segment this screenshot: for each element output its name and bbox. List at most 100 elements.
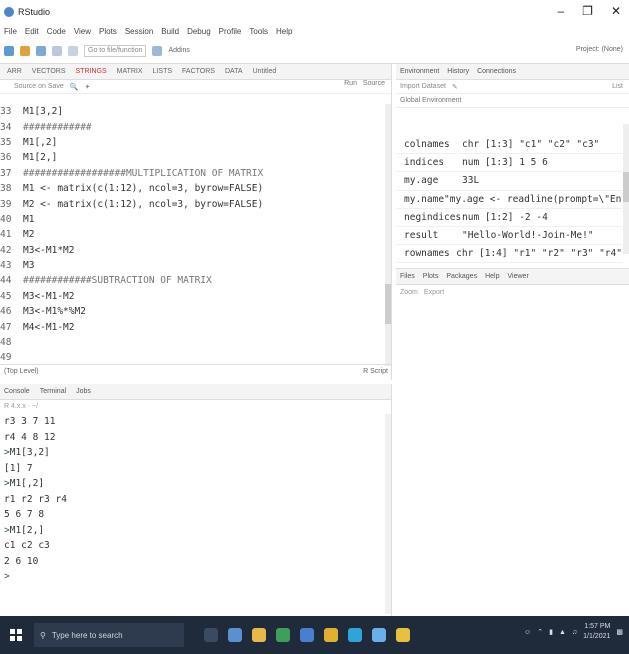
close-button[interactable]: ✕ bbox=[611, 4, 621, 18]
windows-start-icon[interactable] bbox=[10, 629, 22, 641]
chrome-icon[interactable] bbox=[324, 628, 338, 642]
network-icon[interactable]: ▲ bbox=[559, 629, 566, 636]
code-line[interactable]: 47 M4<-M1-M2 bbox=[0, 319, 385, 334]
tab-data[interactable]: DATA bbox=[222, 68, 246, 75]
tab-lists[interactable]: LISTS bbox=[150, 68, 175, 75]
save-icon[interactable] bbox=[36, 45, 46, 56]
rstudio-taskbar-icon[interactable] bbox=[396, 628, 410, 642]
scope-indicator[interactable]: (Top Level) bbox=[4, 368, 39, 375]
code-line[interactable]: 41 M2 bbox=[0, 227, 385, 242]
task-view-icon[interactable] bbox=[204, 628, 218, 642]
menu-plots[interactable]: Plots bbox=[99, 27, 117, 36]
tab-files[interactable]: Files bbox=[400, 273, 415, 280]
environment-row[interactable]: result "Hello-World!-Join-Me!" bbox=[396, 227, 622, 246]
people-icon[interactable]: ☺ bbox=[524, 629, 531, 636]
code-line[interactable]: 37 ##################MULTIPLICATION OF MA… bbox=[0, 166, 385, 181]
clock[interactable]: 1:57 PM 1/1/2021 bbox=[583, 622, 610, 642]
environment-row[interactable]: my.age 33L bbox=[396, 172, 622, 191]
minimize-button[interactable]: – bbox=[557, 4, 564, 18]
tab-terminal[interactable]: Terminal bbox=[40, 388, 66, 395]
code-line[interactable]: 48 bbox=[0, 335, 385, 350]
goto-file-input[interactable]: Go to file/function bbox=[84, 44, 147, 57]
new-file-icon[interactable] bbox=[4, 45, 14, 56]
chevron-up-icon[interactable]: ⌃ bbox=[537, 628, 543, 636]
code-line[interactable]: 35 M1[,2] bbox=[0, 135, 385, 150]
menu-profile[interactable]: Profile bbox=[219, 27, 242, 36]
code-line[interactable]: 36 M1[2,] bbox=[0, 150, 385, 165]
maximize-button[interactable]: ❐ bbox=[582, 4, 593, 18]
editor-scroll-thumb[interactable] bbox=[385, 284, 391, 324]
volume-icon[interactable]: ♫ bbox=[572, 629, 577, 636]
app-icon-2[interactable] bbox=[372, 628, 386, 642]
export-button[interactable]: Export bbox=[424, 289, 444, 296]
code-line[interactable]: 42 M3<-M1*M2 bbox=[0, 243, 385, 258]
source-on-save-checkbox[interactable]: Source on Save bbox=[14, 83, 64, 90]
tab-arr[interactable]: ARR bbox=[4, 68, 25, 75]
menu-session[interactable]: Session bbox=[125, 27, 153, 36]
taskbar-search-input[interactable]: ⚲ Type here to search bbox=[34, 623, 184, 647]
code-line[interactable]: 34 ############ bbox=[0, 119, 385, 134]
code-line[interactable]: 40 M1 bbox=[0, 212, 385, 227]
list-view-menu[interactable]: List bbox=[612, 83, 623, 90]
save-all-icon[interactable] bbox=[52, 45, 62, 56]
import-dataset-button[interactable]: Import Dataset bbox=[400, 83, 446, 90]
tab-plots[interactable]: Plots bbox=[423, 273, 439, 280]
menu-code[interactable]: Code bbox=[47, 27, 66, 36]
zoom-button[interactable]: Zoom bbox=[400, 289, 418, 296]
environment-row[interactable]: negindices num [1:2] -2 -4 bbox=[396, 209, 622, 227]
code-line[interactable]: 38 M1 <- matrix(c(1:12), ncol=3, byrow=FA… bbox=[0, 181, 385, 196]
file-explorer-icon[interactable] bbox=[252, 628, 266, 642]
tab-environment[interactable]: Environment bbox=[400, 68, 439, 75]
tab-untitled[interactable]: Untitled bbox=[250, 68, 280, 75]
menu-file[interactable]: File bbox=[4, 27, 17, 36]
file-type-indicator[interactable]: R Script bbox=[363, 368, 388, 375]
app-icon[interactable] bbox=[348, 628, 362, 642]
menu-tools[interactable]: Tools bbox=[249, 27, 268, 36]
project-menu[interactable]: Project: (None) bbox=[576, 46, 623, 53]
menu-build[interactable]: Build bbox=[161, 27, 179, 36]
tab-history[interactable]: History bbox=[447, 68, 469, 75]
wand-icon[interactable]: ✦ bbox=[85, 83, 91, 91]
code-line[interactable]: 39 M2 <- matrix(c(1:12), ncol=3, byrow=FA… bbox=[0, 196, 385, 211]
menu-debug[interactable]: Debug bbox=[187, 27, 211, 36]
environment-scrollbar[interactable] bbox=[623, 124, 629, 254]
code-area[interactable]: 33 M1[3,2] 34 ############ 35 M1[,2] 36 M1[2,] 3… bbox=[0, 104, 385, 366]
console-scrollbar[interactable] bbox=[385, 414, 391, 614]
environment-scroll-thumb[interactable] bbox=[623, 172, 629, 202]
environment-row[interactable]: colnames chr [1:3] "c1" "c2" "c3" bbox=[396, 136, 622, 155]
code-line[interactable]: 46 M3<-M1%*%M2 bbox=[0, 304, 385, 319]
tab-jobs[interactable]: Jobs bbox=[76, 388, 91, 395]
grid-icon[interactable] bbox=[152, 45, 163, 56]
mail-icon[interactable] bbox=[300, 628, 314, 642]
global-environment-select[interactable]: Global Environment bbox=[396, 94, 629, 108]
print-icon[interactable] bbox=[68, 45, 78, 56]
editor-scrollbar[interactable] bbox=[385, 104, 391, 366]
store-icon[interactable] bbox=[276, 628, 290, 642]
tab-connections[interactable]: Connections bbox=[477, 68, 516, 75]
notification-icon[interactable]: ▩ bbox=[616, 628, 623, 636]
open-project-icon[interactable] bbox=[20, 45, 30, 56]
tab-matrix[interactable]: MATRIX bbox=[114, 68, 146, 75]
broom-icon[interactable]: ✎ bbox=[452, 83, 458, 91]
tab-packages[interactable]: Packages bbox=[446, 273, 477, 280]
tab-help[interactable]: Help bbox=[485, 273, 499, 280]
environment-row[interactable]: indices num [1:3] 1 5 6 bbox=[396, 154, 622, 173]
menu-help[interactable]: Help bbox=[276, 27, 292, 36]
tab-viewer[interactable]: Viewer bbox=[508, 273, 529, 280]
tab-strings[interactable]: STRINGS bbox=[73, 68, 110, 75]
search-icon[interactable]: 🔍 bbox=[70, 83, 79, 91]
environment-row[interactable]: my.name"my.age <- readline(prompt=\"Ente… bbox=[396, 191, 622, 209]
source-button[interactable]: Source bbox=[363, 80, 385, 87]
console-output[interactable]: r3 3 7 11 r4 4 8 12 > M1[3,2] [1] 7 > M1[,2]… bbox=[4, 414, 67, 585]
tab-console[interactable]: Console bbox=[4, 388, 30, 395]
run-button[interactable]: Run bbox=[344, 80, 357, 87]
tab-vectors[interactable]: VECTORS bbox=[29, 68, 69, 75]
code-line[interactable]: 43 M3 bbox=[0, 258, 385, 273]
code-line[interactable]: 44 ############SUBTRACTION OF MATRIX bbox=[0, 273, 385, 288]
tab-factors[interactable]: FACTORS bbox=[179, 68, 218, 75]
code-line[interactable]: 33 M1[3,2] bbox=[0, 104, 385, 119]
battery-icon[interactable]: ▮ bbox=[549, 628, 553, 636]
menu-edit[interactable]: Edit bbox=[25, 27, 39, 36]
code-line[interactable]: 45 M3<-M1-M2 bbox=[0, 289, 385, 304]
menu-view[interactable]: View bbox=[74, 27, 91, 36]
